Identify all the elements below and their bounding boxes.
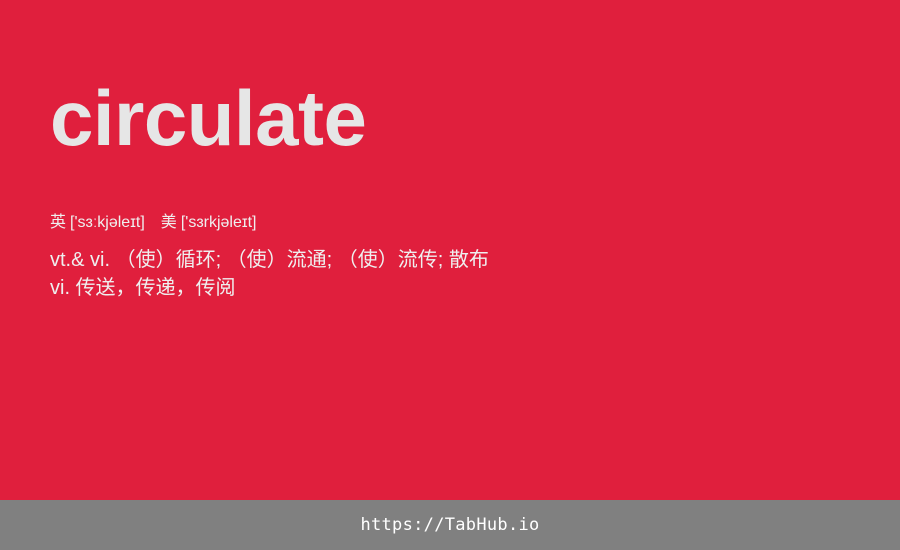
definition-line: vi. 传送，传递，传阅 bbox=[50, 277, 236, 299]
footer-link[interactable]: https://TabHub.io bbox=[360, 515, 539, 535]
word-card: circulate 英 ['sɜːkjəleɪt] 美 ['sɜrkjəleɪt] v… bbox=[0, 0, 900, 500]
headword: circulate bbox=[50, 74, 367, 162]
uk-pronunciation: ['sɜːkjəleɪt] bbox=[70, 214, 145, 231]
us-pronunciation-label: 美 bbox=[160, 214, 177, 231]
definitions-list: vt.& vi. （使）循环; （使）流通; （使）流传; 散布 vi. 传送，… bbox=[50, 246, 850, 302]
uk-pronunciation-label: 英 bbox=[50, 214, 67, 231]
us-pronunciation: ['sɜrkjəleɪt] bbox=[180, 214, 257, 231]
phonetics-line: 英 ['sɜːkjəleɪt] 美 ['sɜrkjəleɪt] bbox=[50, 212, 256, 234]
footer-bar: https://TabHub.io bbox=[0, 500, 900, 550]
definition-line: vt.& vi. （使）循环; （使）流通; （使）流传; 散布 bbox=[50, 249, 489, 271]
